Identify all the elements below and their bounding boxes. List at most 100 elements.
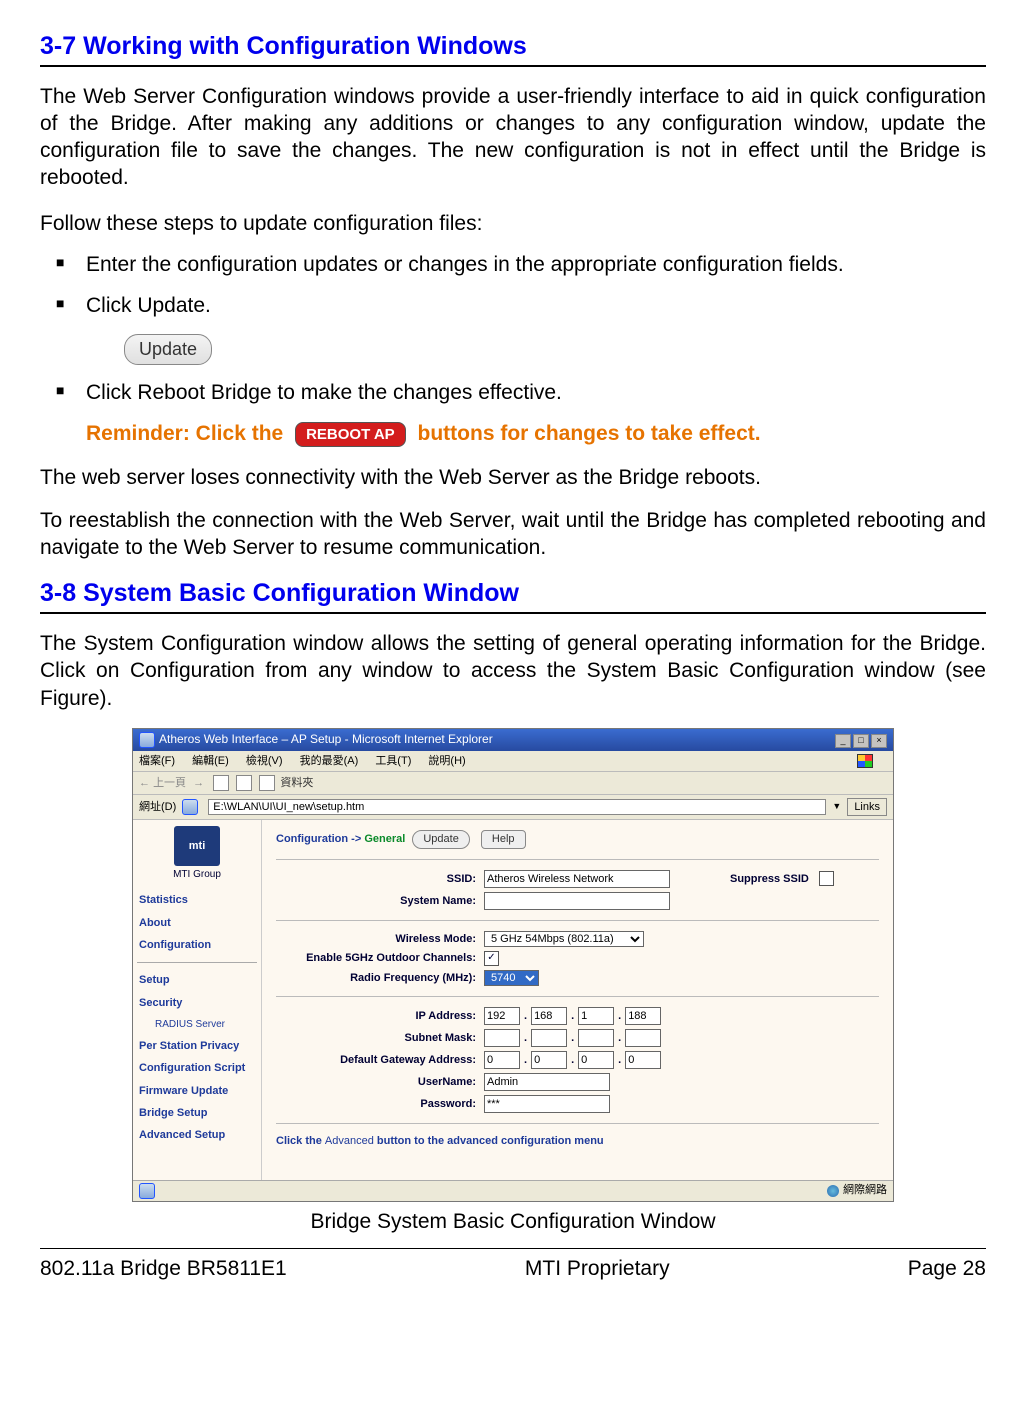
reestablish-paragraph: To reestablish the connection with the W… <box>40 507 986 562</box>
menu-file[interactable]: 檔案(F) <box>139 755 175 767</box>
sysname-input[interactable] <box>484 892 670 910</box>
menu-tools[interactable]: 工具(T) <box>375 755 411 767</box>
footer-right: Page 28 <box>908 1255 986 1282</box>
password-input[interactable] <box>484 1095 610 1113</box>
username-label: UserName: <box>276 1075 476 1089</box>
status-ie-icon <box>139 1183 155 1199</box>
window-title: Atheros Web Interface – AP Setup - Micro… <box>159 732 493 746</box>
sidebar-item-configuration[interactable]: Configuration <box>137 934 257 956</box>
address-bar: 網址(D) ▼ Links <box>133 795 893 820</box>
gw-oct-4[interactable] <box>625 1051 661 1069</box>
maximize-icon[interactable]: □ <box>853 734 869 748</box>
pane-update-button[interactable]: Update <box>412 830 469 848</box>
menu-favorites[interactable]: 我的最愛(A) <box>300 755 359 767</box>
config-main-pane: Configuration -> General Update Help SSI… <box>262 820 893 1180</box>
step-item-1: Enter the configuration updates or chang… <box>86 251 986 278</box>
refresh-icon[interactable] <box>236 775 252 791</box>
toolbar: ← 上一頁 → 資料夾 <box>133 772 893 795</box>
embedded-screenshot: Atheros Web Interface – AP Setup - Micro… <box>132 728 894 1203</box>
ip-oct-1[interactable] <box>484 1007 520 1025</box>
back-button[interactable]: ← 上一頁 <box>139 777 186 789</box>
suppress-ssid-checkbox[interactable] <box>819 871 834 886</box>
page-footer: 802.11a Bridge BR5811E1 MTI Proprietary … <box>40 1248 986 1282</box>
password-label: Password: <box>276 1097 476 1111</box>
logo: mti <box>174 826 220 866</box>
windows-flag-icon <box>857 754 873 768</box>
close-icon[interactable]: × <box>871 734 887 748</box>
minimize-icon[interactable]: _ <box>835 734 851 748</box>
gw-oct-3[interactable] <box>578 1051 614 1069</box>
update-button[interactable]: Update <box>124 334 212 365</box>
freq-label: Radio Frequency (MHz): <box>276 971 476 985</box>
ip-oct-2[interactable] <box>531 1007 567 1025</box>
sidebar-item-firmware[interactable]: Firmware Update <box>137 1080 257 1102</box>
sidebar-item-statistics[interactable]: Statistics <box>137 889 257 911</box>
mask-oct-1[interactable] <box>484 1029 520 1047</box>
ip-label: IP Address: <box>276 1009 476 1023</box>
menubar: 檔案(F) 編輯(E) 檢視(V) 我的最愛(A) 工具(T) 說明(H) <box>133 751 893 772</box>
footer-center: MTI Proprietary <box>525 1255 670 1282</box>
ssid-label: SSID: <box>276 872 476 886</box>
figure-caption: Bridge System Basic Configuration Window <box>40 1208 986 1235</box>
sidebar-item-advanced[interactable]: Advanced Setup <box>137 1124 257 1146</box>
gw-label: Default Gateway Address: <box>276 1053 476 1067</box>
breadcrumb-config: Configuration -> <box>276 833 361 845</box>
address-input[interactable] <box>208 799 826 815</box>
outdoor-checkbox[interactable]: ✓ <box>484 951 499 966</box>
links-button[interactable]: Links <box>847 798 887 816</box>
wmode-label: Wireless Mode: <box>276 932 476 946</box>
advanced-post: button to the advanced configuration men… <box>377 1135 604 1147</box>
pane-help-button[interactable]: Help <box>481 830 526 848</box>
ie-icon <box>139 732 155 748</box>
stop-icon[interactable] <box>213 775 229 791</box>
ip-oct-4[interactable] <box>625 1007 661 1025</box>
ssid-input[interactable] <box>484 870 670 888</box>
step-item-2: Click Update. <box>86 292 986 319</box>
status-zone: 網際網路 <box>843 1184 887 1196</box>
footer-left: 802.11a Bridge BR5811E1 <box>40 1255 287 1282</box>
sidebar-item-configscript[interactable]: Configuration Script <box>137 1057 257 1079</box>
addr-dropdown-icon[interactable]: ▼ <box>832 801 841 813</box>
username-input[interactable] <box>484 1073 610 1091</box>
folders-button[interactable]: 資料夾 <box>280 777 313 789</box>
step-item-3: Click Reboot Bridge to make the changes … <box>86 379 986 406</box>
status-bar: 網際網路 <box>133 1180 893 1201</box>
gw-oct-2[interactable] <box>531 1051 567 1069</box>
section-3-7-heading: 3-7 Working with Configuration Windows <box>40 30 986 67</box>
home-icon[interactable] <box>259 775 275 791</box>
advanced-pre: Click the <box>276 1135 322 1147</box>
window-titlebar: Atheros Web Interface – AP Setup - Micro… <box>133 729 893 751</box>
freq-select[interactable]: 5740 <box>484 970 539 986</box>
ip-oct-3[interactable] <box>578 1007 614 1025</box>
advanced-button[interactable]: Advanced <box>325 1135 374 1147</box>
reminder-post-text: buttons for changes to take effect. <box>418 422 761 445</box>
mask-oct-3[interactable] <box>578 1029 614 1047</box>
gw-oct-1[interactable] <box>484 1051 520 1069</box>
sidebar-item-psp[interactable]: Per Station Privacy <box>137 1035 257 1057</box>
sidebar-item-setup[interactable]: Setup <box>137 969 257 991</box>
suppress-ssid-label: Suppress SSID <box>730 872 809 886</box>
sidebar-item-security[interactable]: Security <box>137 992 257 1014</box>
mask-label: Subnet Mask: <box>276 1031 476 1045</box>
sidebar-item-about[interactable]: About <box>137 912 257 934</box>
section-3-8-heading: 3-8 System Basic Configuration Window <box>40 577 986 614</box>
address-label: 網址(D) <box>139 800 176 814</box>
loses-connectivity-paragraph: The web server loses connectivity with t… <box>40 464 986 491</box>
wmode-select[interactable]: 5 GHz 54Mbps (802.11a) <box>484 931 644 947</box>
menu-edit[interactable]: 編輯(E) <box>192 755 229 767</box>
mask-oct-4[interactable] <box>625 1029 661 1047</box>
sysname-label: System Name: <box>276 894 476 908</box>
forward-button[interactable]: → <box>193 777 204 789</box>
reboot-ap-button[interactable]: REBOOT AP <box>295 422 406 448</box>
section-3-7-paragraph-1: The Web Server Configuration windows pro… <box>40 83 986 192</box>
sidebar-item-bridgesetup[interactable]: Bridge Setup <box>137 1102 257 1124</box>
window-buttons[interactable]: _□× <box>833 732 887 748</box>
reminder-pre-text: Reminder: Click the <box>86 422 283 445</box>
menu-help[interactable]: 說明(H) <box>428 755 465 767</box>
breadcrumb-general: General <box>364 833 405 845</box>
reminder-line: Reminder: Click the REBOOT AP buttons fo… <box>86 420 986 447</box>
mask-oct-2[interactable] <box>531 1029 567 1047</box>
sidebar-item-radius[interactable]: RADIUS Server <box>137 1014 257 1035</box>
sidebar: mti MTI Group Statistics About Configura… <box>133 820 262 1180</box>
menu-view[interactable]: 檢視(V) <box>246 755 283 767</box>
